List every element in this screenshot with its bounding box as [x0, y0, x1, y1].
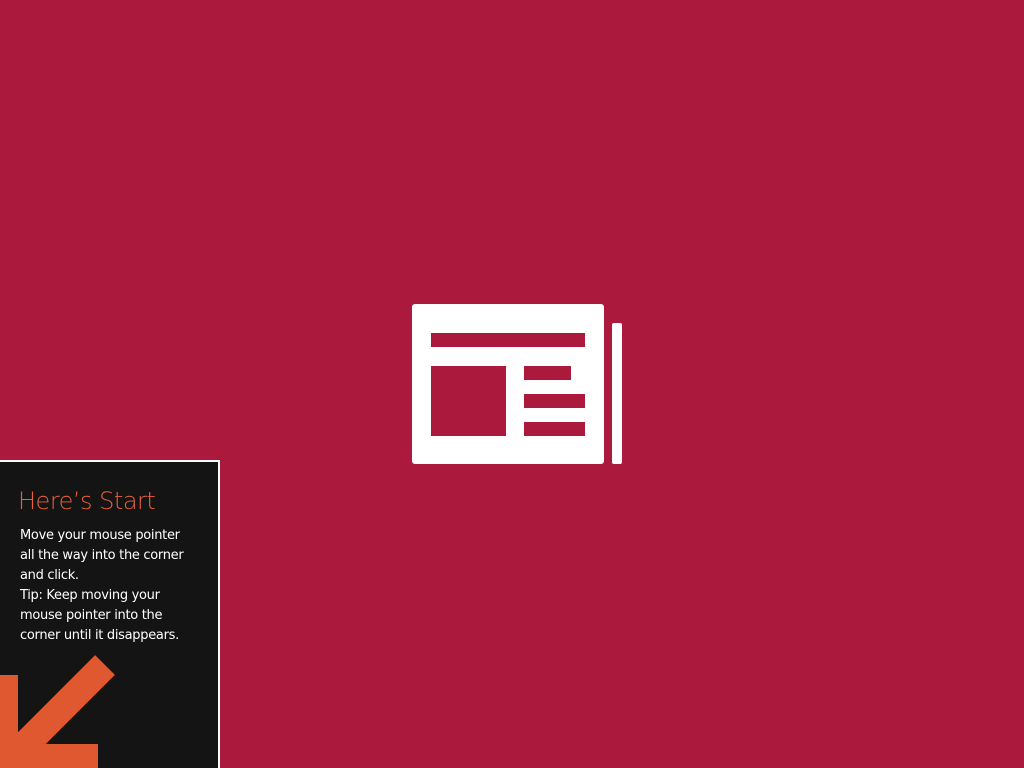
start-tip-panel: Here’s Start Move your mouse pointer all… — [0, 460, 220, 768]
tip-body-line: corner until it disappears. — [20, 628, 179, 643]
icon-page-edge — [612, 323, 622, 464]
icon-text-line-2 — [524, 394, 585, 408]
icon-text-line-1 — [524, 366, 571, 380]
tip-body: Move your mouse pointer all the way into… — [20, 526, 212, 646]
tip-title: Here’s Start — [18, 487, 156, 515]
news-app-icon — [412, 304, 622, 464]
tip-body-line: Move your mouse pointer — [20, 528, 180, 543]
tip-body-line: all the way into the corner — [20, 548, 184, 563]
tip-body-line: and click. — [20, 568, 79, 583]
icon-headline-bar — [431, 333, 585, 347]
arrow-down-left-icon — [0, 655, 115, 768]
icon-text-line-3 — [524, 422, 585, 436]
icon-image-block — [431, 366, 506, 436]
tip-body-line: Tip: Keep moving your — [20, 588, 160, 603]
tip-body-line: mouse pointer into the — [20, 608, 163, 623]
